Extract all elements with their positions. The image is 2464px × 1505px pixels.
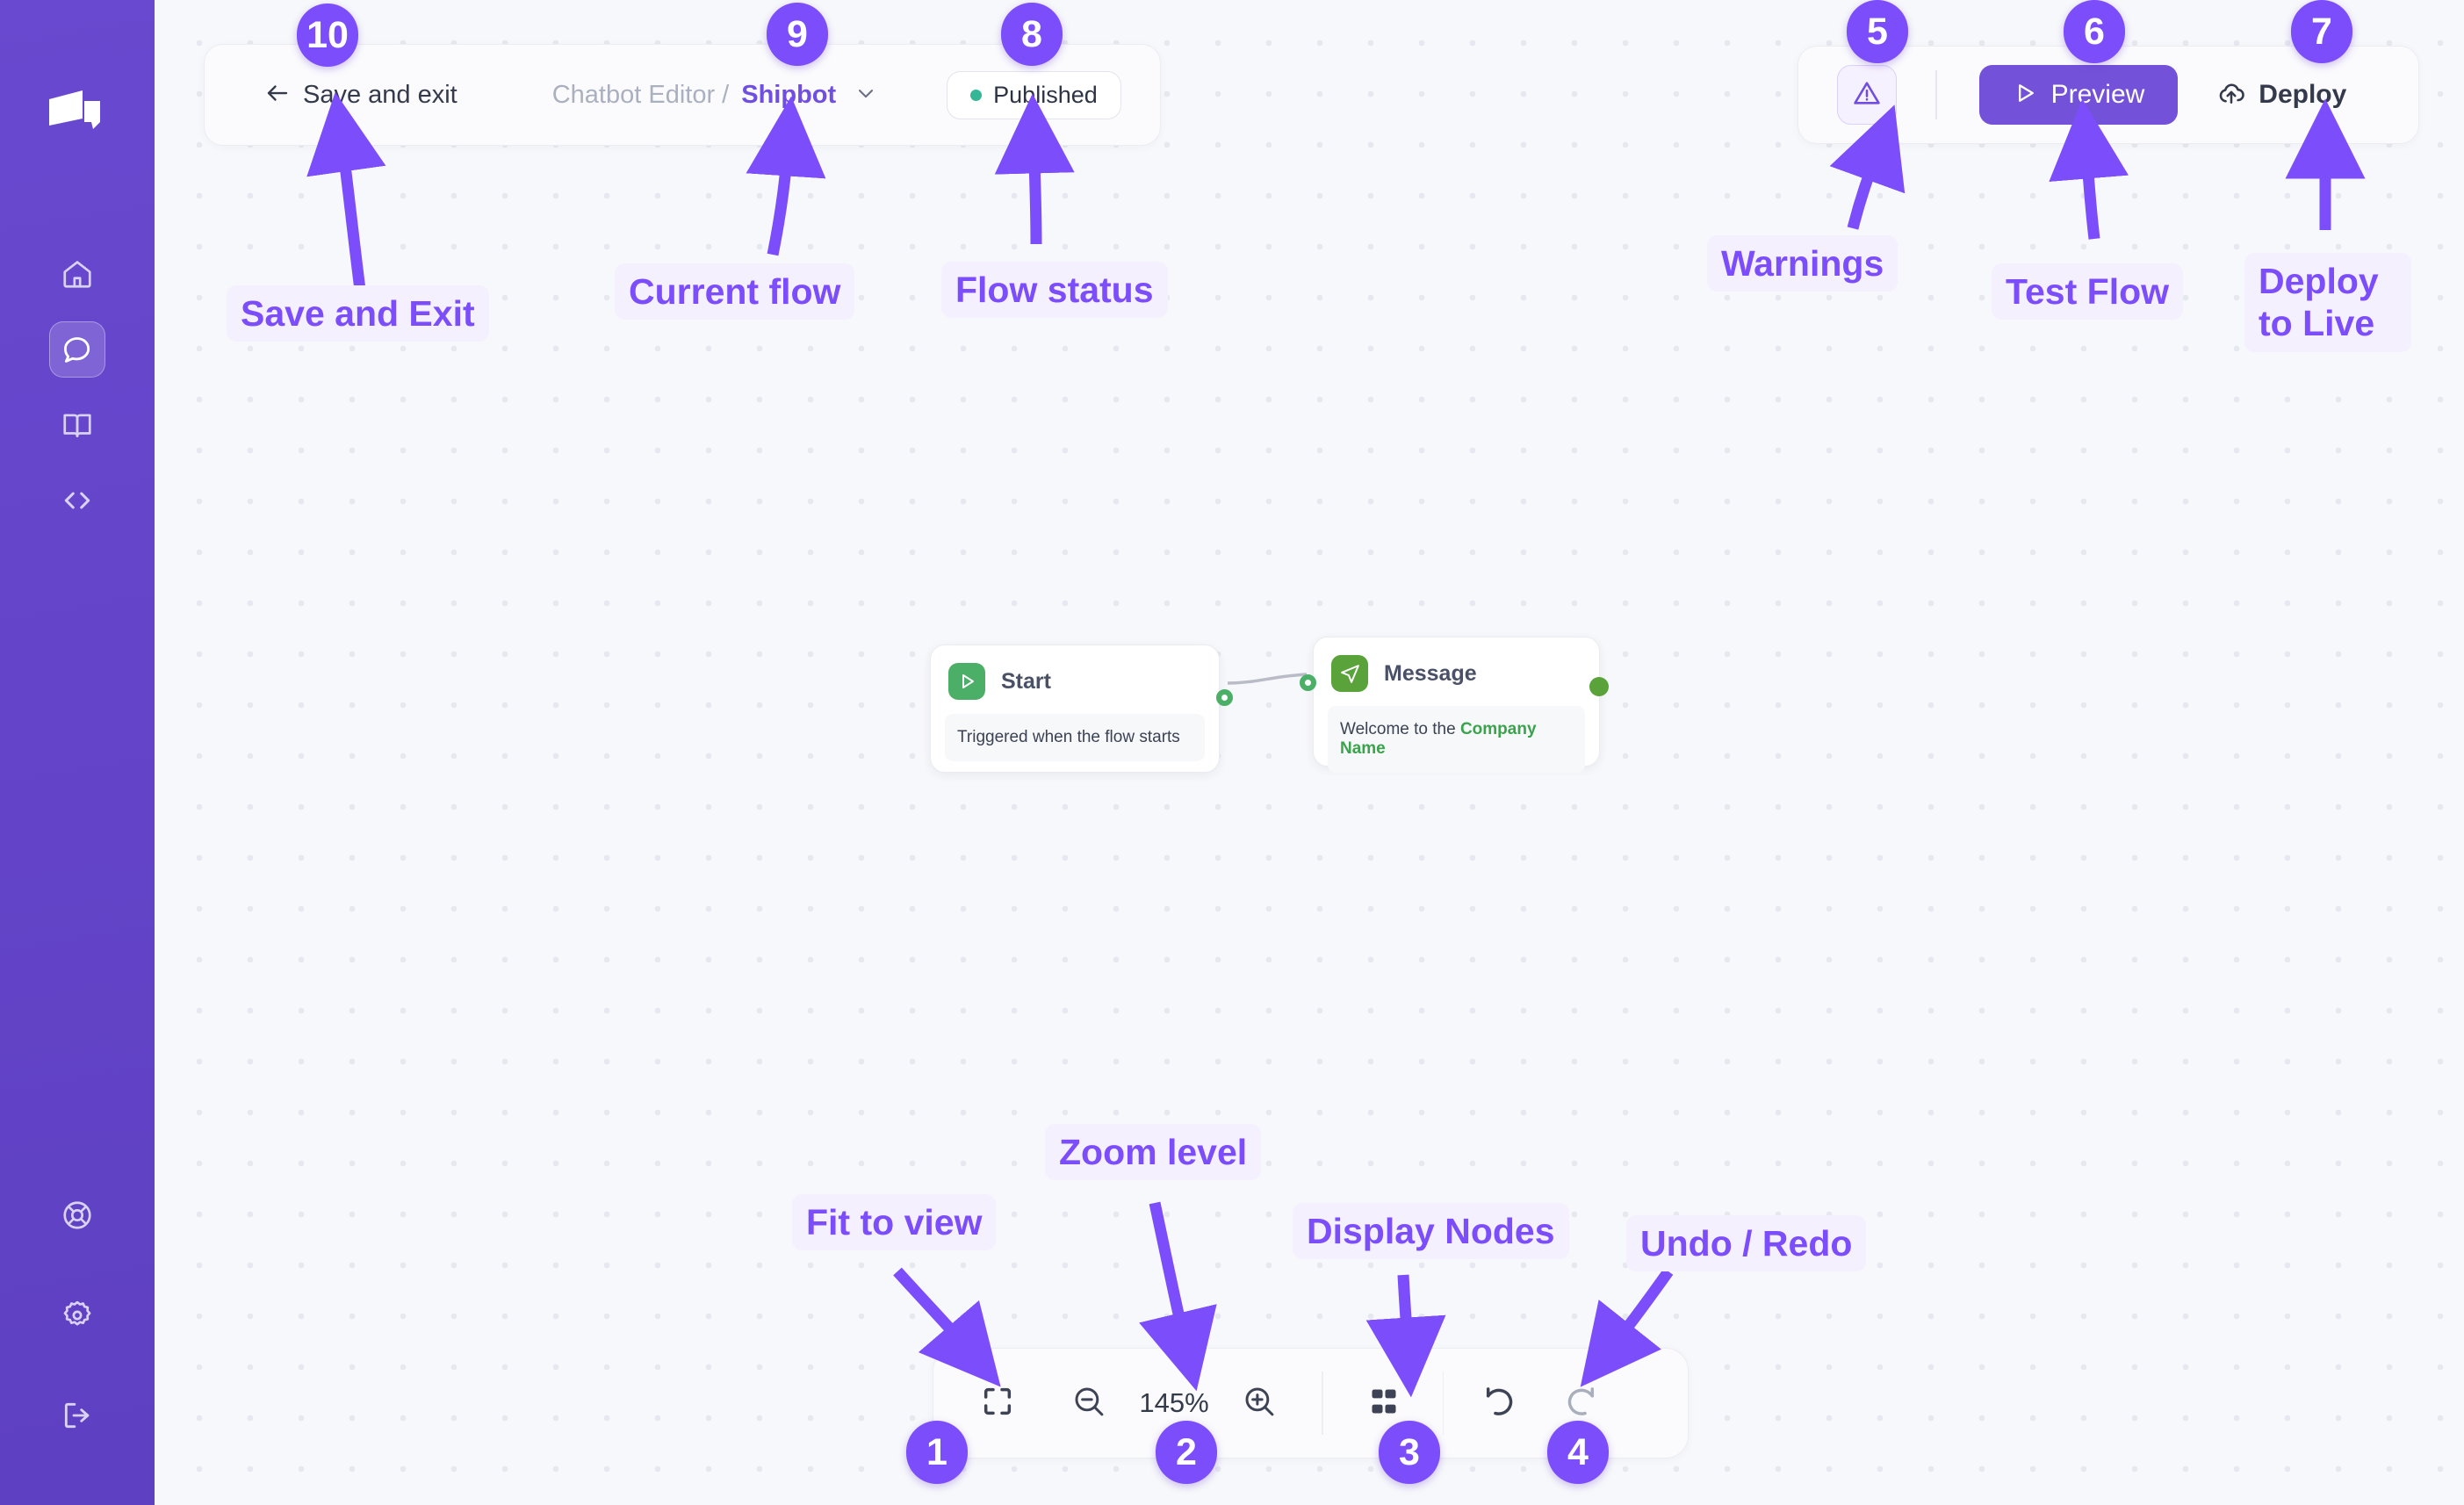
warnings-button[interactable] (1837, 65, 1897, 125)
code-brackets-icon (61, 484, 94, 517)
sidebar-item-logout[interactable] (49, 1387, 105, 1444)
zoom-in-icon (1241, 1383, 1278, 1424)
arrow-left-icon (264, 80, 291, 111)
node-header: Message (1328, 652, 1585, 692)
editor-actions-bar: Preview Deploy (1798, 46, 2419, 144)
grid-squares-icon (1368, 1386, 1400, 1422)
paper-plane-icon (1331, 655, 1368, 692)
sidebar-nav-top (49, 246, 105, 529)
deploy-button-label: Deploy (2259, 80, 2347, 109)
book-icon (61, 408, 94, 442)
redo-button[interactable] (1547, 1371, 1612, 1436)
save-and-exit-label: Save and exit (303, 80, 457, 109)
flow-node-message[interactable]: Message Welcome to the Company Name (1300, 637, 1609, 773)
node-title: Start (1001, 668, 1051, 694)
undo-arrow-icon (1481, 1382, 1520, 1425)
logout-icon (61, 1399, 94, 1432)
warning-triangle-icon (1852, 78, 1882, 112)
status-dot-icon (970, 89, 983, 101)
node-body-text: Welcome to the Company Name (1328, 706, 1585, 773)
fit-to-view-button[interactable] (965, 1371, 1030, 1436)
fit-to-view-icon (980, 1384, 1015, 1423)
preview-button-label: Preview (2050, 80, 2145, 109)
chat-bubble-icon (61, 333, 94, 366)
zoom-in-button[interactable] (1227, 1371, 1292, 1436)
node-body-text: Triggered when the flow starts (945, 714, 1205, 761)
chevron-down-icon[interactable] (854, 81, 878, 110)
breadcrumb-current-flow[interactable]: Shipbot (741, 81, 836, 110)
lifebuoy-icon (61, 1199, 94, 1232)
flow-canvas[interactable] (155, 0, 2464, 1505)
breadcrumb-root[interactable]: Chatbot Editor / (552, 81, 730, 110)
sidebar-item-support[interactable] (49, 1187, 105, 1243)
sidebar-nav-bottom (49, 1187, 105, 1444)
sidebar-item-developers[interactable] (49, 472, 105, 529)
home-icon (61, 257, 94, 291)
toolbar-divider (1935, 70, 1937, 119)
message-body-prefix: Welcome to the (1340, 720, 1460, 738)
controls-divider (1442, 1372, 1445, 1435)
flow-node-start[interactable]: Start Triggered when the flow starts (930, 644, 1233, 773)
play-triangle-icon (2013, 81, 2037, 110)
status-badge[interactable]: Published (947, 70, 1121, 119)
status-badge-label: Published (993, 81, 1098, 108)
chatbot-logo-icon[interactable] (45, 84, 110, 149)
redo-arrow-icon (1560, 1382, 1599, 1425)
controls-divider (1322, 1372, 1323, 1435)
sidebar-item-home[interactable] (49, 246, 105, 302)
zoom-out-icon (1070, 1383, 1107, 1424)
node-header: Start (945, 659, 1205, 700)
play-triangle-icon (948, 663, 985, 700)
editor-header-bar: Save and exit Chatbot Editor / Shipbot P… (204, 44, 1161, 146)
node-title: Message (1384, 660, 1477, 686)
undo-button[interactable] (1468, 1371, 1533, 1436)
breadcrumb: Chatbot Editor / Shipbot (552, 81, 878, 110)
display-nodes-button[interactable] (1351, 1371, 1416, 1436)
zoom-level-value[interactable]: 145% (1121, 1387, 1227, 1419)
canvas-controls-bar: 145% (933, 1348, 1689, 1458)
preview-button[interactable]: Preview (1978, 65, 2179, 125)
sidebar-item-chatbot[interactable] (49, 321, 105, 378)
node-input-port[interactable] (1300, 674, 1316, 691)
zoom-out-button[interactable] (1056, 1371, 1121, 1436)
save-and-exit-button[interactable]: Save and exit (264, 80, 457, 111)
deploy-button[interactable]: Deploy (2216, 78, 2346, 112)
node-output-port[interactable] (1589, 677, 1609, 696)
sidebar-item-settings[interactable] (49, 1287, 105, 1343)
sidebar-item-knowledge-base[interactable] (49, 397, 105, 453)
cloud-upload-icon (2216, 78, 2246, 112)
left-sidebar (0, 0, 155, 1505)
node-output-port[interactable] (1216, 689, 1233, 706)
gear-icon (61, 1299, 94, 1332)
